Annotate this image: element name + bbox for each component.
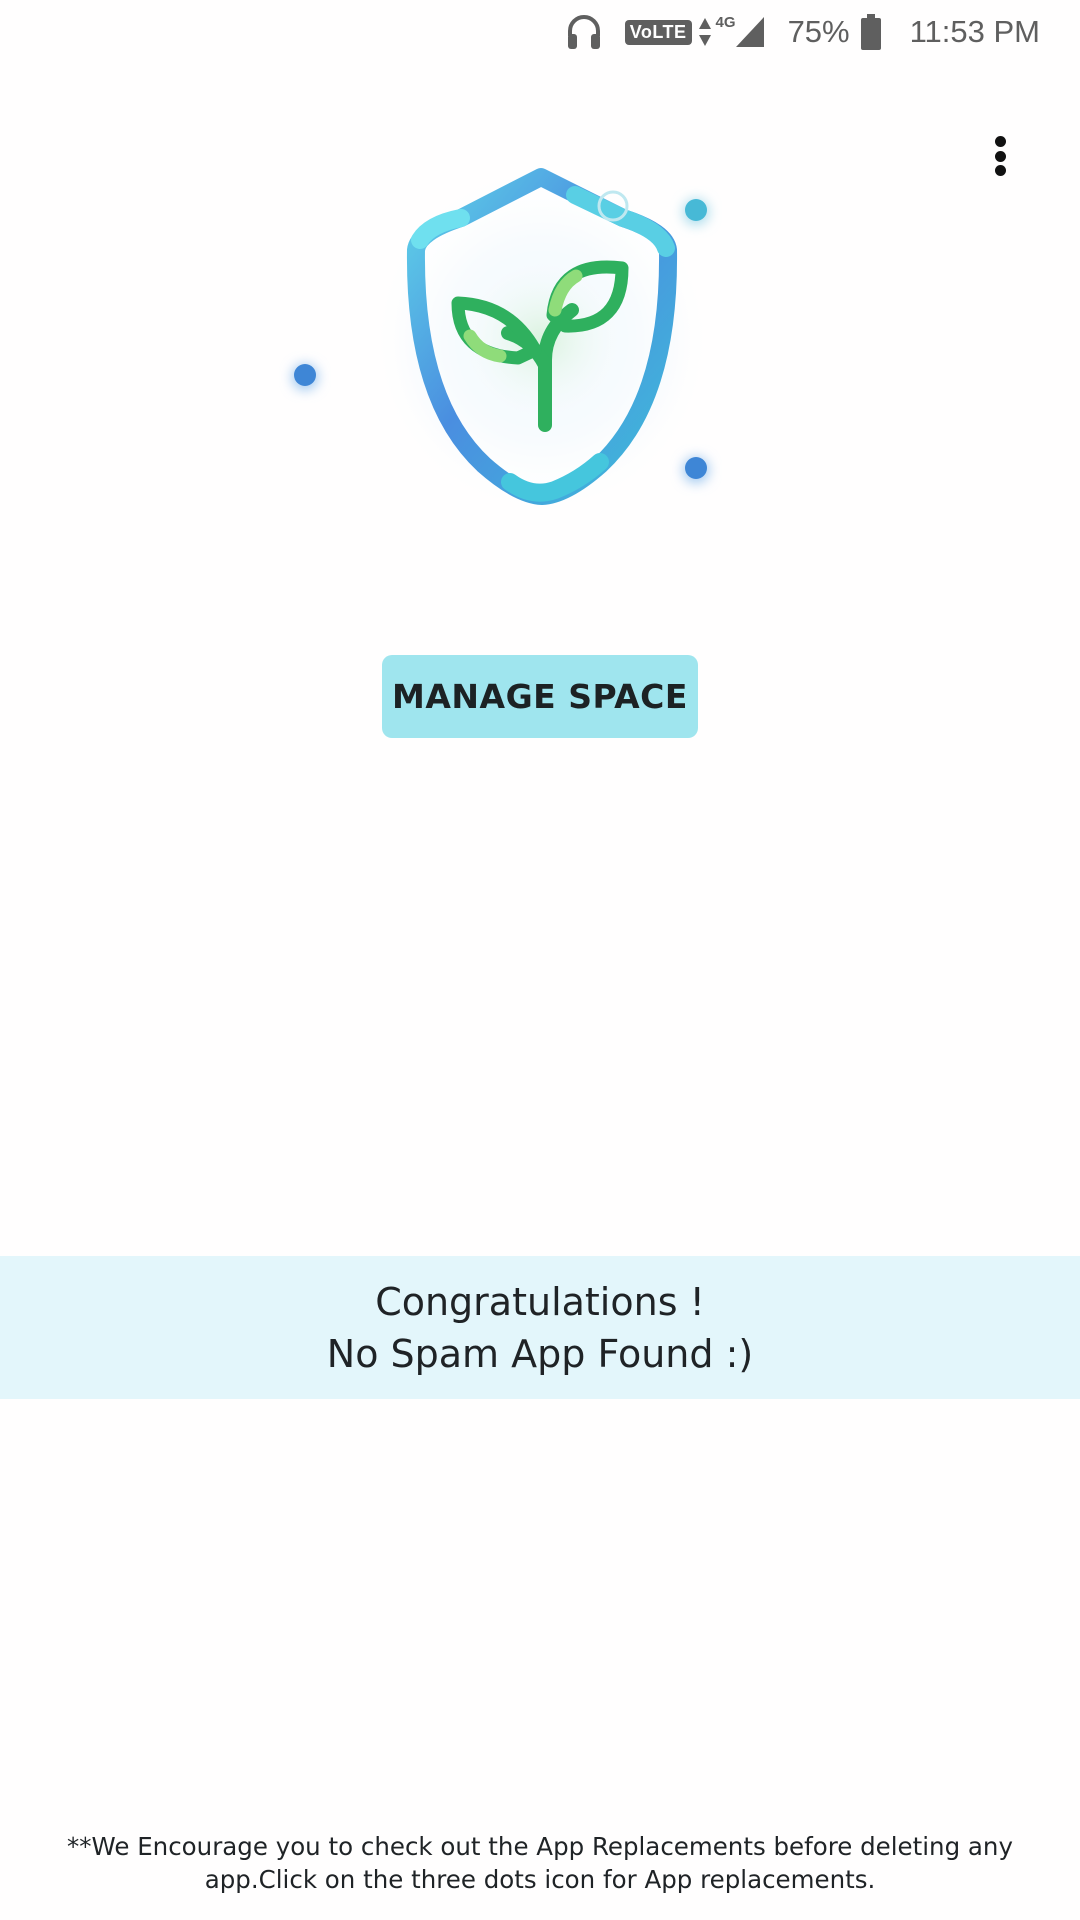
signal-icon bbox=[734, 15, 766, 49]
menu-dot bbox=[994, 165, 1006, 176]
app-screen: VoLTE 4G 75% 11:53 PM MANAGE SPACE Congr… bbox=[0, 0, 1080, 1920]
battery-icon bbox=[860, 13, 882, 51]
result-message: No Spam App Found :) bbox=[326, 1331, 754, 1376]
hero-illustration bbox=[270, 150, 750, 560]
clock: 11:53 PM bbox=[910, 14, 1040, 50]
menu-dot bbox=[994, 136, 1006, 147]
more-vert-icon[interactable] bbox=[982, 128, 1018, 184]
battery-percent: 75% bbox=[788, 14, 850, 50]
shield-sprout-icon bbox=[292, 165, 712, 515]
volte-label: VoLTE bbox=[624, 19, 692, 45]
battery-percent-label: 75% bbox=[787, 14, 850, 49]
menu-dot bbox=[994, 150, 1006, 162]
data-arrows-icon bbox=[698, 17, 712, 47]
status-bar: VoLTE 4G 75% 11:53 PM bbox=[0, 0, 1080, 64]
network-type: 4G bbox=[712, 14, 736, 41]
result-banner: Congratulations ! No Spam App Found :) bbox=[0, 1256, 1080, 1399]
manage-space-button[interactable]: MANAGE SPACE bbox=[382, 655, 698, 738]
headphones-icon bbox=[565, 12, 603, 52]
footer-note: **We Encourage you to check out the App … bbox=[67, 1832, 1013, 1894]
clock-label: 11:53 PM bbox=[909, 14, 1040, 49]
volte-indicator: VoLTE bbox=[624, 19, 692, 45]
network-type-label: 4G bbox=[715, 13, 736, 31]
result-title: Congratulations ! bbox=[375, 1279, 705, 1324]
